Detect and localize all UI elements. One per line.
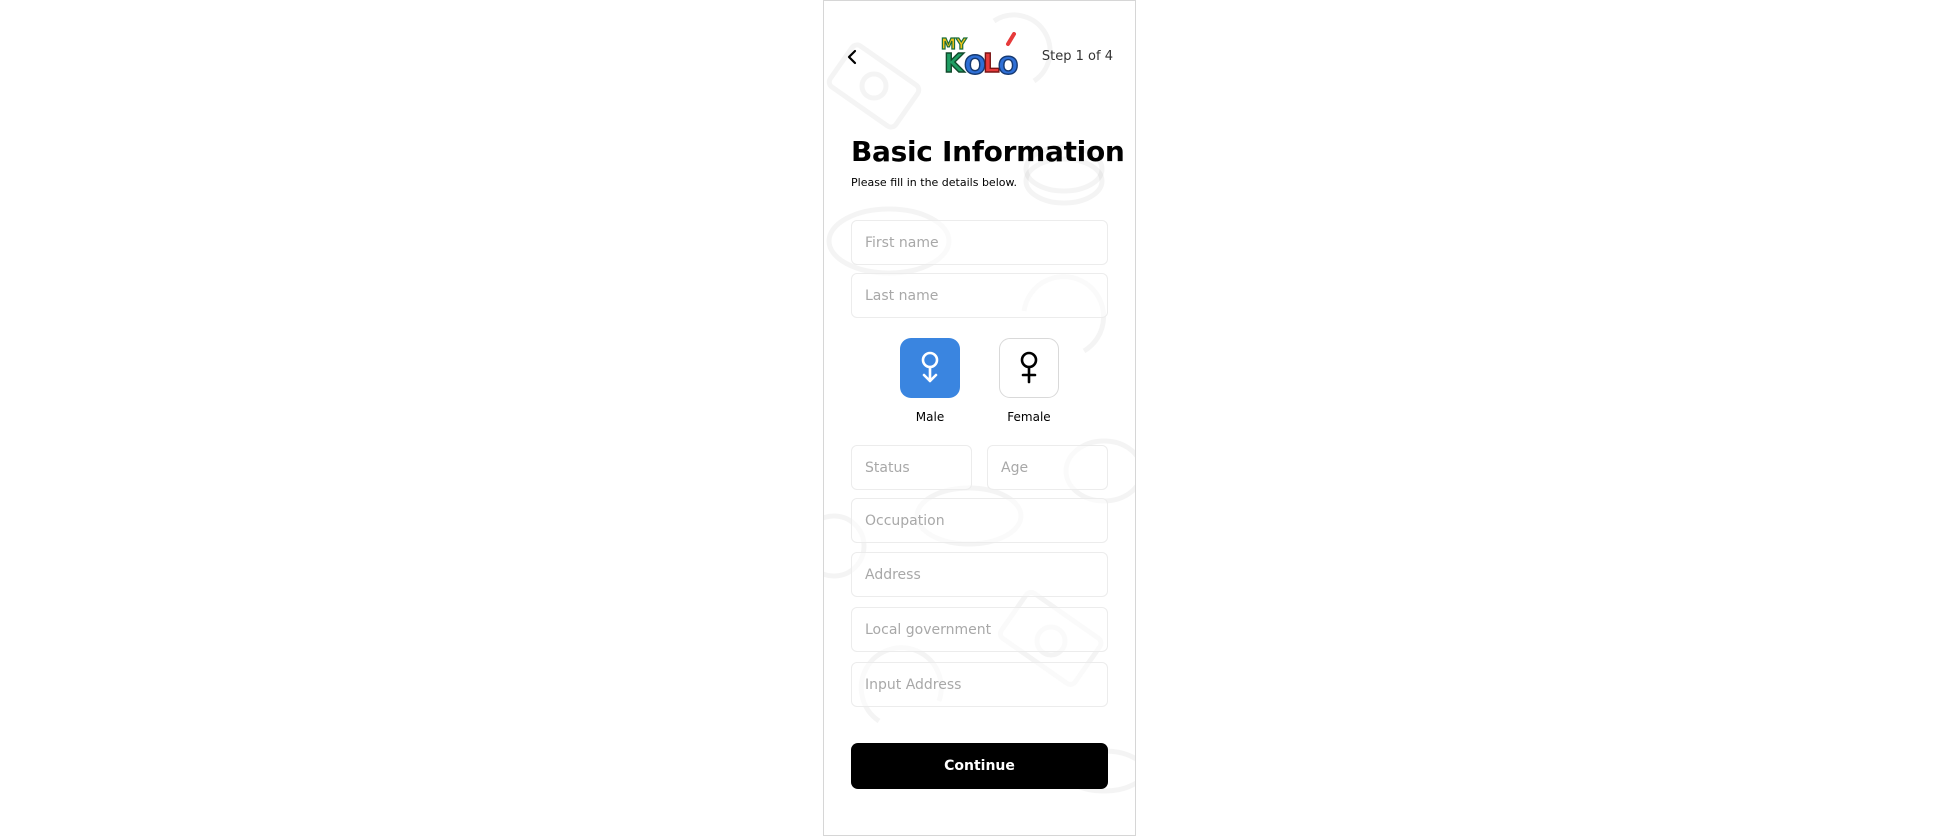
mykolo-logo: MY K O L O [940, 32, 1019, 78]
continue-button[interactable]: Continue [851, 743, 1108, 789]
back-arrow-icon[interactable] [844, 47, 860, 67]
svg-text:K: K [944, 49, 965, 78]
female-gender-icon [1020, 351, 1038, 384]
address-input[interactable] [852, 553, 1107, 596]
male-option-button[interactable] [900, 338, 960, 398]
occupation-input[interactable] [852, 499, 1107, 542]
status-input[interactable] [852, 446, 971, 489]
female-option-button[interactable] [999, 338, 1059, 398]
male-gender-icon [921, 351, 939, 383]
svg-text:O: O [998, 52, 1018, 78]
signup-screen: MY K O L O Step 1 of 4 Basic Information… [823, 0, 1136, 836]
step-indicator: Step 1 of 4 [1041, 49, 1113, 64]
address-field [851, 552, 1108, 597]
input-address-input[interactable] [852, 663, 1107, 706]
input-address-field [851, 662, 1108, 707]
female-label: Female [1007, 410, 1051, 424]
age-field [987, 445, 1108, 490]
status-field [851, 445, 972, 490]
last-name-field [851, 273, 1108, 318]
first-name-input[interactable] [852, 221, 1107, 264]
local-government-field [851, 607, 1108, 652]
male-label: Male [915, 410, 945, 424]
last-name-input[interactable] [852, 274, 1107, 317]
local-government-input[interactable] [852, 608, 1107, 651]
first-name-field [851, 220, 1108, 265]
age-input[interactable] [988, 446, 1107, 489]
occupation-field [851, 498, 1108, 543]
page-title: Basic Information [851, 135, 1125, 168]
page-subtitle: Please fill in the details below. [851, 176, 1017, 189]
background-pattern [824, 12, 1135, 794]
